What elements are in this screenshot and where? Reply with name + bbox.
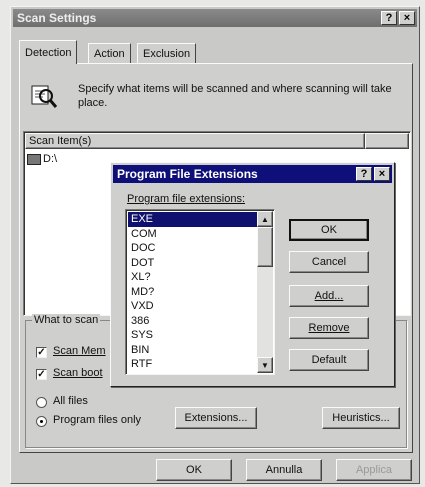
program-files-only-radio[interactable] bbox=[36, 416, 47, 427]
tab-detection[interactable]: Detection bbox=[19, 40, 78, 64]
annulla-button[interactable]: Annulla bbox=[246, 459, 322, 481]
dialog-default-button[interactable]: Default bbox=[289, 349, 369, 371]
tab-action-label: Action bbox=[94, 47, 125, 60]
scan-items-column-header[interactable]: Scan Item(s) bbox=[25, 133, 365, 149]
scroll-down-icon[interactable]: ▼ bbox=[257, 357, 273, 373]
dialog-add-label: Add... bbox=[314, 290, 344, 302]
scan-boot-label: Scan boot bbox=[53, 367, 103, 379]
extensions-listbox[interactable]: EXE COM DOC DOT XL? MD? VXD 386 SYS BIN RTF ▲ ▼ bbox=[125, 209, 275, 375]
extension-list-item[interactable]: DOT bbox=[128, 256, 258, 271]
extension-list-item[interactable]: EXE bbox=[128, 212, 258, 227]
drive-icon bbox=[27, 153, 41, 165]
dialog-title: Program File Extensions bbox=[117, 167, 258, 181]
ok-button[interactable]: OK bbox=[156, 459, 232, 481]
annulla-button-label: Annulla bbox=[265, 464, 303, 476]
extension-list-item[interactable]: RTF bbox=[128, 357, 258, 372]
program-file-extensions-dialog: Program File Extensions ? × Program file… bbox=[110, 162, 395, 387]
extensions-list: EXE COM DOC DOT XL? MD? VXD 386 SYS BIN RTF bbox=[128, 212, 258, 372]
scan-boot-checkbox[interactable]: ✓ bbox=[36, 369, 47, 380]
extension-list-item[interactable]: 386 bbox=[128, 314, 258, 329]
tab-exclusion[interactable]: Exclusion bbox=[137, 43, 197, 63]
extension-list-item[interactable]: MD? bbox=[128, 285, 258, 300]
detection-description: Specify what items will be scanned and w… bbox=[78, 83, 392, 109]
applica-button[interactable]: Applica bbox=[336, 459, 412, 481]
extensions-button-label: Extensions... bbox=[184, 412, 248, 424]
scan-magnifier-icon bbox=[30, 82, 58, 110]
extension-list-item[interactable]: XL? bbox=[128, 270, 258, 285]
heuristics-button-label: Heuristics... bbox=[332, 412, 390, 424]
tab-action[interactable]: Action bbox=[88, 43, 131, 63]
dialog-ok-label: OK bbox=[321, 224, 337, 236]
heuristics-button[interactable]: Heuristics... bbox=[322, 407, 400, 429]
scan-items-column-header-2[interactable] bbox=[365, 133, 409, 149]
dialog-cancel-label: Cancel bbox=[311, 256, 347, 268]
ok-button-label: OK bbox=[186, 464, 202, 476]
extensions-button[interactable]: Extensions... bbox=[175, 407, 257, 429]
extension-list-item[interactable]: DOC bbox=[128, 241, 258, 256]
extension-list-item[interactable]: COM bbox=[128, 227, 258, 242]
scan-items-header-label: Scan Item(s) bbox=[29, 135, 92, 147]
dialog-default-label: Default bbox=[311, 354, 347, 366]
scroll-thumb[interactable] bbox=[257, 227, 273, 267]
extensions-scrollbar[interactable]: ▲ ▼ bbox=[257, 211, 273, 373]
program-files-only-label: Program files only bbox=[53, 414, 142, 426]
dialog-help-icon[interactable]: ? bbox=[356, 167, 372, 181]
scan-memory-label: Scan Mem bbox=[53, 345, 106, 357]
close-icon[interactable]: × bbox=[399, 11, 415, 25]
extensions-list-label: Program file extensions: bbox=[127, 193, 245, 205]
dialog-cancel-button[interactable]: Cancel bbox=[289, 251, 369, 273]
dialog-ok-button[interactable]: OK bbox=[289, 219, 369, 241]
dialog-close-icon[interactable]: × bbox=[374, 167, 390, 181]
window-titlebar[interactable]: Scan Settings ? × bbox=[13, 9, 417, 27]
extension-list-item[interactable]: VXD bbox=[128, 299, 258, 314]
window-title: Scan Settings bbox=[17, 11, 97, 25]
scroll-up-icon[interactable]: ▲ bbox=[257, 211, 273, 227]
scan-item-label: D:\ bbox=[43, 153, 58, 165]
tab-detection-label: Detection bbox=[25, 46, 72, 59]
extension-list-item[interactable]: SYS bbox=[128, 328, 258, 343]
all-files-label: All files bbox=[53, 395, 88, 407]
help-icon[interactable]: ? bbox=[381, 11, 397, 25]
applica-button-label: Applica bbox=[355, 464, 393, 476]
what-to-scan-legend: What to scan bbox=[32, 314, 101, 326]
tab-exclusion-label: Exclusion bbox=[143, 47, 191, 60]
dialog-add-button[interactable]: Add... bbox=[289, 285, 369, 307]
scan-memory-checkbox[interactable]: ✓ bbox=[36, 347, 47, 358]
dialog-remove-button[interactable]: Remove bbox=[289, 317, 369, 339]
all-files-radio[interactable] bbox=[36, 397, 47, 408]
dialog-titlebar[interactable]: Program File Extensions ? × bbox=[113, 165, 392, 183]
dialog-remove-label: Remove bbox=[308, 322, 350, 334]
extension-list-item[interactable]: BIN bbox=[128, 343, 258, 358]
scan-item-row[interactable]: D:\ bbox=[27, 153, 57, 165]
